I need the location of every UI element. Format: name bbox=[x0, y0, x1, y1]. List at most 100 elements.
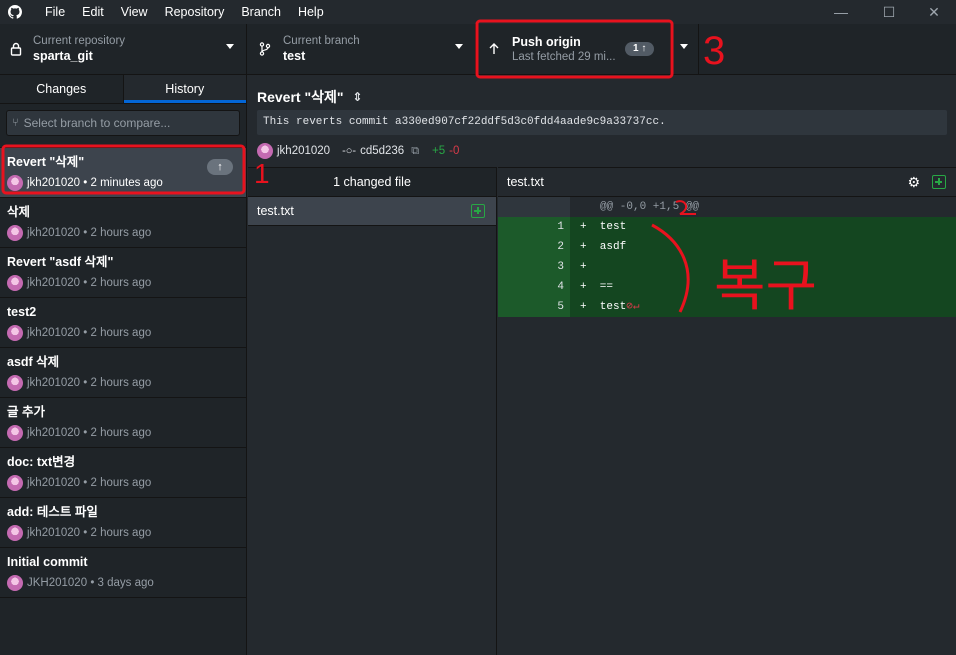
sidebar-tabs: Changes History bbox=[0, 75, 246, 104]
line-text: + asdf bbox=[580, 241, 627, 253]
commit-item[interactable]: Revert "asdf 삭제" jkh201020 • 2 hours ago bbox=[0, 248, 246, 298]
diff-line[interactable]: 4 + == bbox=[498, 277, 956, 297]
file-added-icon bbox=[471, 204, 485, 218]
line-number: 4 bbox=[536, 277, 570, 297]
commit-summary: Initial commit bbox=[7, 555, 88, 569]
avatar bbox=[7, 275, 23, 291]
menu-bar: File Edit View Repository Branch Help bbox=[38, 0, 334, 24]
line-text: + test⊘↵ bbox=[570, 297, 956, 317]
commit-time: • 2 hours ago bbox=[83, 477, 152, 489]
line-text-content: + test bbox=[580, 301, 627, 313]
commit-author: jkh201020 bbox=[277, 145, 331, 157]
maximize-icon[interactable]: ☐ bbox=[866, 0, 912, 24]
avatar bbox=[7, 575, 23, 591]
branch-label: Current branch bbox=[283, 35, 360, 47]
chevron-down-icon bbox=[226, 44, 234, 49]
commit-title: Revert "삭제" ⇕ bbox=[257, 87, 363, 107]
commit-time: • 2 hours ago bbox=[83, 327, 152, 339]
commit-author: jkh201020 bbox=[27, 227, 81, 239]
gear-icon[interactable]: ⚙ bbox=[907, 168, 920, 197]
repo-label: Current repository bbox=[33, 35, 126, 47]
changed-files-header: 1 changed file bbox=[248, 168, 496, 197]
line-number: 3 bbox=[536, 257, 570, 277]
commit-item[interactable]: 삭제 jkh201020 • 2 hours ago bbox=[0, 198, 246, 248]
diff-header: test.txt ⚙ bbox=[498, 168, 956, 197]
commit-info: jkh201020 -○- cd5d236 ⧉ +5 -0 bbox=[257, 143, 459, 159]
commit-author: jkh201020 bbox=[27, 477, 81, 489]
diff-line[interactable]: 1 + test bbox=[498, 217, 956, 237]
commit-time: • 2 hours ago bbox=[83, 527, 152, 539]
commit-list: Revert "삭제" jkh201020 • 2 minutes ago ↑ … bbox=[0, 147, 246, 598]
close-icon[interactable]: ✕ bbox=[911, 0, 956, 24]
branch-name: test bbox=[283, 49, 306, 63]
line-text: + test bbox=[580, 221, 627, 233]
sidebar: Changes History ⑂ Revert "삭제" jkh201020 … bbox=[0, 75, 247, 655]
unpushed-arrow-up-icon: ↑ bbox=[207, 159, 233, 175]
commit-sha: cd5d236 bbox=[360, 145, 405, 157]
diff-pane: test.txt ⚙ @@ -0,0 +1,5 @@ 1 + test 2 + … bbox=[498, 167, 956, 655]
commit-item[interactable]: Initial commit JKH201020 • 3 days ago bbox=[0, 548, 246, 598]
avatar bbox=[7, 325, 23, 341]
copy-icon[interactable]: ⧉ bbox=[411, 145, 419, 158]
menu-edit[interactable]: Edit bbox=[75, 0, 111, 24]
line-number: 1 bbox=[536, 217, 570, 237]
line-text: + == bbox=[580, 281, 614, 293]
chevron-down-icon bbox=[455, 44, 463, 49]
deletions-count: -0 bbox=[449, 145, 460, 157]
menu-file[interactable]: File bbox=[38, 0, 72, 24]
commit-details: Revert "삭제" ⇕ This reverts commit a330ed… bbox=[248, 75, 956, 655]
avatar bbox=[7, 375, 23, 391]
diff-line[interactable]: 2 + asdf bbox=[498, 237, 956, 257]
push-count-badge: 1 ↑ bbox=[625, 42, 655, 56]
push-dropdown-button[interactable] bbox=[671, 24, 699, 74]
branch-compare-input[interactable] bbox=[23, 116, 234, 130]
file-name: test.txt bbox=[257, 204, 294, 218]
avatar bbox=[7, 225, 23, 241]
commit-summary: doc: txt변경 bbox=[7, 455, 76, 469]
tab-changes[interactable]: Changes bbox=[0, 75, 124, 103]
commit-item[interactable]: add: 테스트 파일 jkh201020 • 2 hours ago bbox=[0, 498, 246, 548]
title-bar: File Edit View Repository Branch Help — … bbox=[0, 0, 956, 24]
diff-line[interactable]: 3 + bbox=[498, 257, 956, 277]
commit-summary: test2 bbox=[7, 305, 37, 319]
minimize-icon[interactable]: — bbox=[818, 0, 864, 24]
current-repository-button[interactable]: Current repository sparta_git bbox=[0, 24, 247, 74]
commit-summary: add: 테스트 파일 bbox=[7, 505, 98, 519]
commit-description: This reverts commit a330ed907cf22ddf5d3c… bbox=[257, 110, 947, 135]
commit-sha-icon: -○- bbox=[342, 145, 357, 157]
commit-item[interactable]: test2 jkh201020 • 2 hours ago bbox=[0, 298, 246, 348]
no-newline-icon: ⊘↵ bbox=[626, 301, 640, 313]
line-number: 2 bbox=[536, 237, 570, 257]
current-branch-button[interactable]: Current branch test bbox=[247, 24, 476, 74]
commit-author: jkh201020 bbox=[27, 177, 81, 189]
file-list-item[interactable]: test.txt bbox=[248, 197, 496, 226]
tab-history[interactable]: History bbox=[123, 75, 246, 103]
push-title: Push origin bbox=[512, 35, 581, 49]
line-number: 5 bbox=[536, 297, 570, 317]
avatar bbox=[7, 525, 23, 541]
commit-title-text: Revert "삭제" bbox=[257, 89, 344, 105]
commit-author: jkh201020 bbox=[27, 527, 81, 539]
line-text: + bbox=[580, 261, 587, 273]
commit-item[interactable]: asdf 삭제 jkh201020 • 2 hours ago bbox=[0, 348, 246, 398]
menu-view[interactable]: View bbox=[114, 0, 155, 24]
expand-icon[interactable]: ⇕ bbox=[353, 90, 363, 104]
menu-repository[interactable]: Repository bbox=[158, 0, 232, 24]
diff-line[interactable]: 5 + test⊘↵ bbox=[498, 297, 956, 317]
branch-icon bbox=[259, 42, 271, 56]
commit-item[interactable]: Revert "삭제" jkh201020 • 2 minutes ago ↑ bbox=[0, 148, 246, 198]
commit-item[interactable]: 글 추가 jkh201020 • 2 hours ago bbox=[0, 398, 246, 448]
menu-branch[interactable]: Branch bbox=[234, 0, 288, 24]
commit-summary: 글 추가 bbox=[7, 405, 45, 419]
menu-help[interactable]: Help bbox=[291, 0, 331, 24]
avatar bbox=[7, 425, 23, 441]
diff-hunk-header[interactable]: @@ -0,0 +1,5 @@ bbox=[498, 197, 956, 217]
commit-author: jkh201020 bbox=[27, 377, 81, 389]
github-logo-icon bbox=[8, 5, 22, 19]
commit-author: jkh201020 bbox=[27, 427, 81, 439]
commit-item[interactable]: doc: txt변경 jkh201020 • 2 hours ago bbox=[0, 448, 246, 498]
commit-time: • 2 minutes ago bbox=[83, 177, 163, 189]
commit-summary: Revert "asdf 삭제" bbox=[7, 255, 114, 269]
commit-author: JKH201020 bbox=[27, 577, 88, 589]
additions-count: +5 bbox=[432, 145, 446, 157]
